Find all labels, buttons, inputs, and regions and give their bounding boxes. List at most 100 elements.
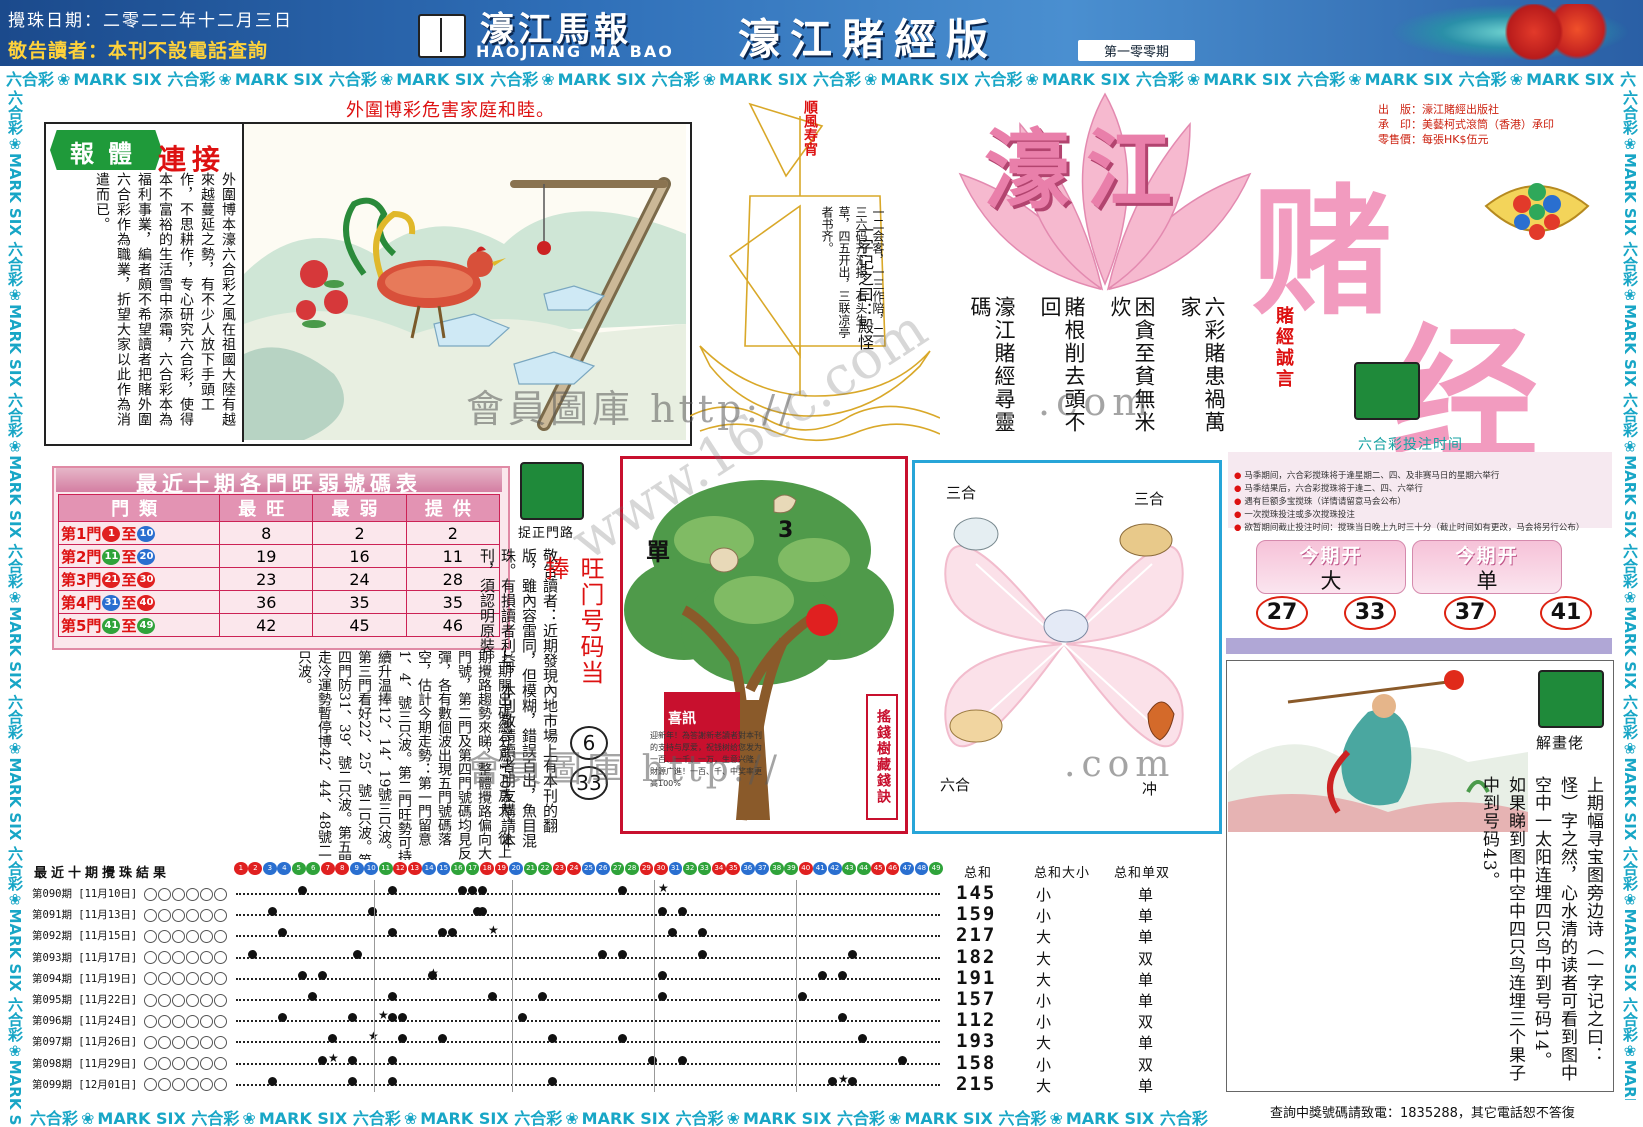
results-oddeven: 单 (1138, 1034, 1154, 1053)
result-marker (848, 1076, 857, 1086)
number-ball-icon: 7 (320, 862, 335, 875)
article-text: 外圍博本濠六合彩之風在祖國大陸有越來越蔓延之勢，有不少人放下手頭工作，不思耕作，… (94, 172, 236, 427)
result-ball-icon (143, 1078, 157, 1092)
marksix-en: MARK SIX (97, 1109, 186, 1127)
marksix-zh: 六合彩 (813, 70, 862, 88)
results-total: 159 (956, 903, 997, 926)
number-ball-icon: 31 (668, 862, 683, 875)
results-total: 145 (956, 882, 997, 904)
results-total: 217 (956, 924, 997, 947)
grid-separator (512, 880, 513, 1092)
number-ball-icon: 41 (813, 862, 828, 875)
connector: 至 (121, 524, 137, 543)
table-header: 最弱 (312, 494, 407, 522)
period-label: 第099期 [12月01日] (32, 1078, 138, 1091)
flower-icon: ❀ (6, 437, 24, 456)
size-value: 小 (1036, 886, 1052, 904)
results-row: 第093期 [11月17日] (32, 948, 940, 968)
number-ball-icon: 49 (929, 862, 943, 875)
result-ball-icon (199, 1057, 213, 1071)
hot-cell: 23 (219, 567, 314, 591)
number-ball-icon: 39 (784, 862, 799, 875)
results-row-label: 第090期 [11月10日] (32, 886, 230, 901)
special-star-icon: ★ (328, 1050, 339, 1065)
results-total: 157 (956, 988, 997, 1010)
number-ball-icon: 5 (291, 862, 306, 875)
gate-label: 第1門 (61, 524, 102, 543)
ball-icon: 20 (137, 549, 156, 565)
result-marker (548, 1076, 557, 1086)
marksix-zh: 六合彩 (651, 70, 700, 88)
result-marker (898, 1055, 907, 1065)
maxim-line: 濠江賭經尋靈碼 (968, 296, 1016, 434)
connector: 至 (121, 593, 137, 612)
flower-icon: ❀ (565, 1109, 579, 1127)
flower-icon: ❀ (1621, 588, 1639, 607)
result-ball-icon (143, 1035, 157, 1049)
results-row-label: 第093期 [11月17日] (32, 950, 230, 965)
number-ball-icon: 28 (625, 862, 639, 875)
number-ball-icon: 1 (234, 862, 248, 875)
result-marker (658, 992, 667, 1001)
marksix-en: MARK SIX (258, 1109, 348, 1127)
period-label: 第098期 [11月29日] (32, 1057, 138, 1070)
number-ball-icon: 11 (378, 862, 393, 875)
results-row: 第096期 [11月24日] ★ (32, 1008, 940, 1031)
open-parity-badge: 今期开 单 (1412, 540, 1562, 594)
results-size: 小 (1036, 990, 1100, 1011)
number-ball-icon: 37 (755, 862, 770, 875)
result-ball-icon (199, 1035, 213, 1049)
gate-label: 第4門 (61, 593, 102, 612)
marksix-en: MARK SIX (6, 455, 24, 539)
marksix-zh: 六合彩 (1159, 1109, 1208, 1127)
flower-icon: ❀ (6, 1041, 24, 1060)
marksix-zh: 六合彩 (1458, 70, 1507, 88)
marksix-en: MARK SIX (1621, 606, 1639, 690)
flower-icon: ❀ (1621, 890, 1639, 909)
marksix-zh: 六合彩 (1297, 70, 1346, 88)
size-value: 大 (1036, 970, 1052, 989)
results-col-size: 总和大小 (1034, 866, 1091, 881)
result-marker (838, 970, 847, 980)
results-row-label: 第094期 [11月19日] (32, 971, 230, 986)
number-ball-icon: 43 (842, 862, 857, 875)
open-label: 今期开 (1455, 545, 1519, 567)
tree-dan-label: 單 (646, 537, 670, 566)
haojiang-title: 濠江 (984, 120, 1188, 221)
number-ball-icon: 10 (364, 862, 379, 875)
result-ball-icon (185, 929, 199, 943)
marksix-zh: 六合彩 (30, 1109, 79, 1127)
flower-icon: ❀ (864, 70, 878, 88)
results-total: 193 (956, 1030, 997, 1053)
number-ball-icon: 12 (393, 862, 408, 875)
result-marker (388, 1055, 397, 1065)
marksix-en: MARK SIX (1065, 1109, 1155, 1127)
table-header-row: 門類 最旺 最弱 提供 (57, 494, 501, 522)
table-row: 第5門 41 至 49 42 45 46 (57, 613, 501, 637)
grid-separator (654, 880, 655, 1092)
flower-icon: ❀ (218, 70, 232, 88)
marksix-zh: 六合彩 (352, 1109, 401, 1127)
pick-ball: 33 (1344, 596, 1396, 630)
result-ball-icon (213, 972, 227, 986)
number-ball-icon: 24 (567, 862, 581, 875)
number-ball-icon: 16 (451, 862, 465, 875)
result-marker (598, 949, 607, 959)
result-ball-icon (171, 929, 185, 943)
flower-icon: ❀ (726, 1109, 741, 1127)
results-size: 小 (1036, 884, 1100, 905)
marksix-en: MARK SIX (73, 70, 162, 88)
period-label: 第095期 [11月22日] (32, 994, 138, 1006)
result-ball-icon (143, 887, 157, 901)
result-marker (828, 1076, 837, 1086)
result-ball-icon (157, 887, 171, 901)
result-marker (458, 886, 467, 895)
marksix-en: MARK SIX (557, 70, 647, 88)
size-value: 小 (1036, 907, 1052, 926)
marksix-en: MARK SIX (743, 1109, 832, 1127)
results-row: 第099期 [12月01日] ★ (32, 1072, 940, 1095)
number-ball-icon: 47 (900, 862, 914, 875)
maxim-line: 困貪至貧無米炊 (1108, 296, 1156, 434)
result-ball-icon (213, 1014, 227, 1028)
ball-icon: 10 (137, 526, 156, 542)
